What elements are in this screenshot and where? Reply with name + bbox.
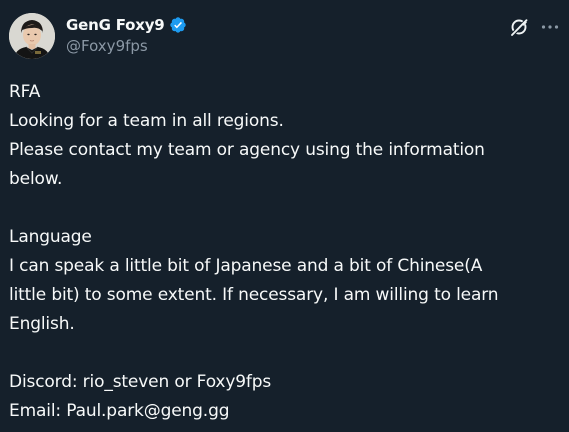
author-handle[interactable]: @Foxy9fps: [66, 37, 187, 55]
more-icon[interactable]: [539, 16, 561, 38]
tweet-card: GenG Foxy9 @Foxy9fps RFA Looking for a t…: [0, 0, 569, 432]
tweet-line: RFA: [9, 82, 41, 102]
grok-icon[interactable]: [508, 16, 530, 38]
tweet-line: Language: [9, 227, 92, 247]
tweet-line: I can speak a little bit of Japanese and…: [9, 256, 483, 276]
display-name-row: GenG Foxy9: [66, 14, 187, 35]
tweet-line: little bit) to some extent. If necessary…: [9, 285, 499, 305]
tweet-actions: [508, 16, 561, 38]
tweet-line: Please contact my team or agency using t…: [9, 140, 485, 160]
tweet-text: RFA Looking for a team in all regions. P…: [9, 78, 561, 426]
tweet-line: English.: [9, 314, 75, 334]
tweet-line: Looking for a team in all regions.: [9, 111, 284, 131]
tweet-header: GenG Foxy9 @Foxy9fps: [9, 13, 561, 59]
display-name[interactable]: GenG Foxy9: [66, 16, 165, 34]
tweet-line: below.: [9, 169, 63, 189]
tweet-line: Email: Paul.park@geng.gg: [9, 401, 230, 421]
author-names: GenG Foxy9 @Foxy9fps: [66, 14, 187, 60]
tweet-line: Discord: rio_steven or Foxy9fps: [9, 372, 272, 392]
avatar[interactable]: [9, 13, 55, 59]
verified-badge-icon[interactable]: [169, 16, 187, 34]
